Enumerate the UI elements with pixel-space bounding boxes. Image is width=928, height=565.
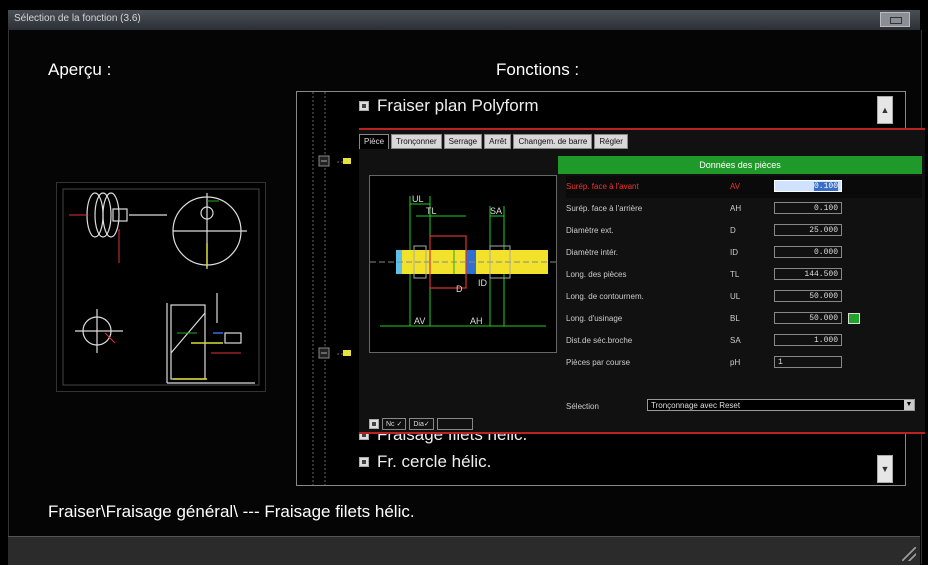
preview-drawing: [62, 188, 260, 386]
drawing-label-id: ID: [478, 278, 488, 288]
tree-item-fr-cercle-helic[interactable]: Fr. cercle hélic.: [359, 452, 491, 472]
scroll-up-button[interactable]: ▲: [877, 96, 893, 124]
workpiece-drawing: UL TL SA AV AH D ID: [369, 175, 557, 353]
param-value-field[interactable]: 1.000: [774, 334, 842, 346]
param-value-field[interactable]: 25.000: [774, 224, 842, 236]
drawing-label-sa: SA: [490, 206, 502, 216]
param-name: Dist.de séc.broche: [566, 336, 633, 345]
param-symbol: BL: [730, 314, 740, 323]
function-preview-image: [56, 182, 266, 392]
selection-dropdown[interactable]: Tronçonnage avec Reset ▼: [647, 399, 915, 411]
nc-button[interactable]: Nc ✓: [382, 418, 407, 430]
param-value-field[interactable]: 144.500: [774, 268, 842, 280]
parameter-list: Surép. face à l'avant AV 0.100 Surép. fa…: [566, 176, 922, 374]
param-symbol: TL: [730, 270, 740, 279]
param-symbol: pH: [730, 358, 741, 367]
dropdown-arrow-icon[interactable]: ▼: [904, 400, 914, 410]
param-name: Diamètre ext.: [566, 226, 614, 235]
scroll-down-button[interactable]: ▼: [877, 455, 893, 483]
section-header: Données des pièces: [558, 156, 922, 174]
param-name: Surép. face à l'avant: [566, 182, 639, 191]
param-row-surep-arriere[interactable]: Surép. face à l'arrière AH 0.100: [566, 198, 922, 220]
tree-item-label: Fraiser plan Polyform: [377, 96, 539, 115]
param-row-long-pieces[interactable]: Long. des pièces TL 144.500: [566, 264, 922, 286]
function-path: Fraiser\Fraisage général\ --- Fraisage f…: [48, 502, 415, 521]
dia-button[interactable]: Dia✓: [409, 418, 434, 430]
selection-label: Sélection: [566, 402, 599, 411]
param-row-surep-avant[interactable]: Surép. face à l'avant AV 0.100: [566, 176, 922, 198]
tab-serrage[interactable]: Serrage: [443, 134, 483, 149]
param-row-diametre-int[interactable]: Diamètre intér. ID 0.000: [566, 242, 922, 264]
param-row-dist-secu-broche[interactable]: Dist.de séc.broche SA 1.000: [566, 330, 922, 352]
param-row-diametre-ext[interactable]: Diamètre ext. D 25.000: [566, 220, 922, 242]
drawing-label-tl: TL: [426, 206, 437, 216]
apercu-label: Aperçu :: [48, 60, 112, 79]
param-value-field[interactable]: 0.100: [774, 180, 842, 192]
param-name: Surép. face à l'arrière: [566, 204, 643, 213]
panel-footer: Nc ✓ Dia✓: [369, 418, 473, 430]
param-value-field[interactable]: 0.000: [774, 246, 842, 258]
title-bar: Sélection de la fonction (3.6): [8, 10, 920, 31]
param-value-field[interactable]: 50.000: [774, 312, 842, 324]
tab-regler[interactable]: Régler: [594, 134, 628, 149]
param-name: Long. d'usinage: [566, 314, 623, 323]
param-row-long-usinage[interactable]: Long. d'usinage BL 50.000: [566, 308, 922, 330]
parameter-tabs: Pièce Tronçonner Serrage Arrêt Changem. …: [359, 134, 628, 149]
param-symbol: SA: [730, 336, 741, 345]
checkbox-icon[interactable]: [369, 419, 379, 429]
param-symbol: ID: [730, 248, 738, 257]
empty-button[interactable]: [436, 418, 473, 430]
workpiece-diagram: UL TL SA AV AH D ID: [370, 194, 556, 327]
param-name: Pièces par course: [566, 358, 631, 367]
window-title: Sélection de la fonction (3.6): [14, 13, 141, 24]
drawing-label-ah: AH: [470, 316, 483, 326]
param-symbol: UL: [730, 292, 741, 301]
checkbox-icon[interactable]: [359, 457, 369, 467]
checkbox-icon[interactable]: [359, 101, 369, 111]
param-name: Diamètre intér.: [566, 248, 619, 257]
param-name: Long. des pièces: [566, 270, 627, 279]
param-symbol: AH: [730, 204, 742, 213]
resize-grip-icon[interactable]: [902, 547, 916, 561]
param-row-long-contournement[interactable]: Long. de contournem. UL 50.000: [566, 286, 922, 308]
fonctions-label: Fonctions :: [496, 60, 580, 79]
tab-piece[interactable]: Pièce: [359, 134, 390, 149]
param-symbol: D: [730, 226, 736, 235]
param-symbol: AV: [730, 182, 741, 191]
drawing-label-ul: UL: [412, 194, 424, 204]
param-value-field[interactable]: 0.100: [774, 202, 842, 214]
maximize-button[interactable]: [880, 12, 910, 27]
tab-arret[interactable]: Arrêt: [484, 134, 512, 149]
param-value-field[interactable]: 50.000: [774, 290, 842, 302]
maximize-icon: [890, 17, 902, 24]
parameter-panel: Pièce Tronçonner Serrage Arrêt Changem. …: [359, 128, 925, 434]
tab-tronconner[interactable]: Tronçonner: [391, 134, 442, 149]
param-value-field[interactable]: 1: [774, 356, 842, 368]
tab-changement-barre[interactable]: Changem. de barre: [513, 134, 593, 149]
tree-item-label: Fr. cercle hélic.: [377, 452, 492, 471]
status-indicator-icon: [848, 313, 860, 324]
param-name: Long. de contournem.: [566, 292, 644, 301]
drawing-label-av: AV: [414, 316, 425, 326]
status-bar: [8, 536, 920, 565]
param-value: 0.100: [813, 182, 838, 191]
tree-item-fraiser-plan-polyform[interactable]: Fraiser plan Polyform: [359, 96, 539, 116]
selection-value: Tronçonnage avec Reset: [651, 401, 741, 410]
param-row-pieces-par-course[interactable]: Pièces par course pH 1: [566, 352, 922, 374]
drawing-label-d: D: [456, 284, 463, 294]
